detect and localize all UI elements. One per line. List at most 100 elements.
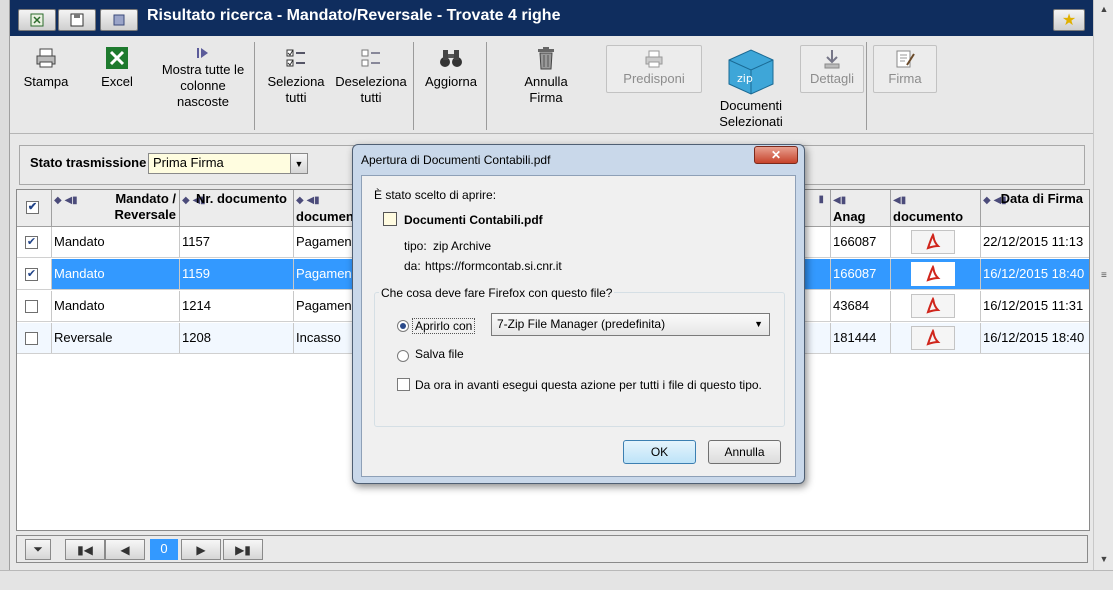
chevron-down-icon[interactable]: ▼: [290, 154, 307, 173]
printer-disabled-icon: [645, 50, 663, 68]
deseleziona-tutti-button[interactable]: Deseleziona tutti: [332, 46, 410, 106]
prev-page-icon: ◀: [120, 542, 130, 557]
annulla-firma-button[interactable]: Annulla Firma: [510, 46, 582, 106]
tipo-label: tipo:: [404, 239, 427, 253]
pdf-icon[interactable]: [911, 230, 955, 254]
dettagli-button[interactable]: Dettagli: [800, 45, 864, 93]
header-nr-documento[interactable]: ◆ ◀▮ Nr. documento: [180, 190, 294, 227]
header-descrizione-label: documen: [296, 209, 354, 224]
remember-checkbox[interactable]: [397, 378, 410, 391]
save-file-radio[interactable]: [397, 350, 409, 362]
app-select[interactable]: 7-Zip File Manager (predefinita) ▼: [491, 313, 770, 336]
last-page-button[interactable]: ▶▮: [223, 539, 263, 560]
spreadsheet-icon: [30, 13, 44, 27]
stampa-button[interactable]: Stampa: [20, 46, 72, 90]
favorite-button[interactable]: ★: [1053, 9, 1085, 31]
window-button[interactable]: [100, 9, 138, 31]
remember-label[interactable]: Da ora in avanti esegui questa azione pe…: [415, 378, 762, 392]
sign-document-icon: [896, 50, 915, 68]
mostra-colonne-button[interactable]: Mostra tutte le colonne nascoste: [158, 46, 248, 110]
close-icon: ✕: [770, 148, 782, 162]
documenti-selezionati-button[interactable]: zip Documenti Selezionati: [710, 46, 792, 130]
first-page-button[interactable]: ▮◀: [65, 539, 105, 560]
header-data-firma[interactable]: ◆ ◀▮ Data di Firma: [981, 190, 1089, 227]
da-value: https://formcontab.si.cnr.it: [425, 259, 562, 273]
filter-button[interactable]: ⏷: [25, 539, 51, 560]
row-checkbox[interactable]: [25, 300, 38, 313]
dialog-close-button[interactable]: ✕: [754, 146, 798, 164]
row-checkbox[interactable]: [25, 332, 38, 345]
sort-icon[interactable]: ◀▮: [893, 195, 906, 206]
cell-documento[interactable]: [891, 291, 981, 321]
seleziona-tutti-button[interactable]: Seleziona tutti: [262, 46, 330, 106]
header-documento-label: documento: [893, 209, 964, 224]
columns-show-icon: [197, 48, 208, 58]
next-page-button[interactable]: ▶: [181, 539, 221, 560]
documenti-selezionati-label: Documenti Selezionati: [719, 98, 783, 129]
save-file-label[interactable]: Salva file: [415, 347, 464, 361]
sort-icon[interactable]: ▮: [818, 192, 824, 208]
cell-data: 16/12/2015 11:31: [983, 298, 1084, 313]
pager: ⏷ ▮◀ ◀ 0 ▶ ▶▮: [16, 535, 1088, 563]
excel-icon: [106, 47, 128, 69]
save-button[interactable]: [58, 9, 96, 31]
excel-export-button[interactable]: [18, 9, 56, 31]
open-with-radio[interactable]: [397, 320, 409, 332]
sort-icon[interactable]: ◆ ◀▮: [296, 195, 320, 206]
row-checkbox[interactable]: ✔: [25, 236, 38, 249]
header-mandato-label: Mandato / Reversale: [114, 191, 176, 222]
cell-data: 16/12/2015 18:40: [983, 330, 1085, 345]
download-icon: [824, 50, 840, 69]
cell-anag: 181444: [831, 323, 891, 353]
prev-page-button[interactable]: ◀: [105, 539, 145, 560]
aggiorna-button[interactable]: Aggiorna: [420, 46, 482, 90]
scroll-grip-icon: ≡: [1101, 270, 1107, 281]
row-checkbox[interactable]: ✔: [25, 268, 38, 281]
cell-documento[interactable]: [891, 259, 981, 289]
excel-button[interactable]: Excel: [92, 46, 142, 90]
vertical-scrollbar[interactable]: ▲ ≡ ▼: [1093, 0, 1113, 590]
open-with-label[interactable]: Aprirlo con: [412, 318, 476, 334]
star-icon: ★: [1061, 12, 1077, 29]
scroll-up-icon[interactable]: ▲: [1094, 0, 1113, 18]
predisponi-label: Predisponi: [623, 71, 685, 86]
floppy-icon: [70, 13, 84, 27]
last-page-icon: ▶▮: [235, 542, 251, 557]
dettagli-label: Dettagli: [809, 71, 855, 86]
header-mandato[interactable]: ◆ ◀▮ Mandato / Reversale: [52, 190, 180, 227]
cell-nr: 1214: [180, 291, 294, 321]
chevron-down-icon[interactable]: ▼: [754, 319, 763, 329]
ok-button[interactable]: OK: [623, 440, 696, 464]
pdf-icon[interactable]: [911, 262, 955, 286]
annulla-button[interactable]: Annulla: [708, 440, 781, 464]
deseleziona-tutti-label: Deseleziona tutti: [335, 74, 407, 105]
pdf-icon[interactable]: [911, 326, 955, 350]
printer-icon: [36, 48, 56, 68]
firma-button[interactable]: Firma: [873, 45, 937, 93]
cell-documento[interactable]: [891, 323, 981, 353]
sort-icon[interactable]: ◀▮: [833, 195, 846, 206]
firma-label: Firma: [888, 71, 922, 86]
stato-trasmissione-label: Stato trasmissione: [30, 155, 147, 170]
title-bar: Risultato ricerca - Mandato/Reversale - …: [10, 0, 1093, 36]
dialog-body: È stato scelto di aprire: Documenti Cont…: [361, 175, 796, 477]
cell-tipo: Mandato: [52, 227, 180, 257]
page-number[interactable]: 0: [150, 539, 178, 560]
cell-nr: 1157: [180, 227, 294, 257]
scroll-down-icon[interactable]: ▼: [1094, 550, 1113, 568]
aggiorna-label: Aggiorna: [424, 74, 478, 89]
pdf-icon[interactable]: [911, 294, 955, 318]
stato-trasmissione-select[interactable]: Prima Firma ▼: [148, 153, 308, 174]
excel-label: Excel: [101, 74, 133, 89]
header-anag[interactable]: ◀▮ Anag: [831, 190, 891, 227]
header-select-all[interactable]: ✔: [17, 190, 52, 227]
tipo-value: zip Archive: [433, 239, 492, 253]
cell-documento[interactable]: [891, 227, 981, 257]
stato-trasmissione-value: Prima Firma: [153, 155, 224, 170]
select-all-checkbox[interactable]: ✔: [26, 201, 39, 214]
action-question: Che cosa deve fare Firefox con questo fi…: [379, 286, 615, 300]
uncheck-list-icon: [361, 49, 380, 67]
cell-anag: 43684: [831, 291, 891, 321]
predisponi-button[interactable]: Predisponi: [606, 45, 702, 93]
header-documento[interactable]: ◀▮ documento: [891, 190, 981, 227]
